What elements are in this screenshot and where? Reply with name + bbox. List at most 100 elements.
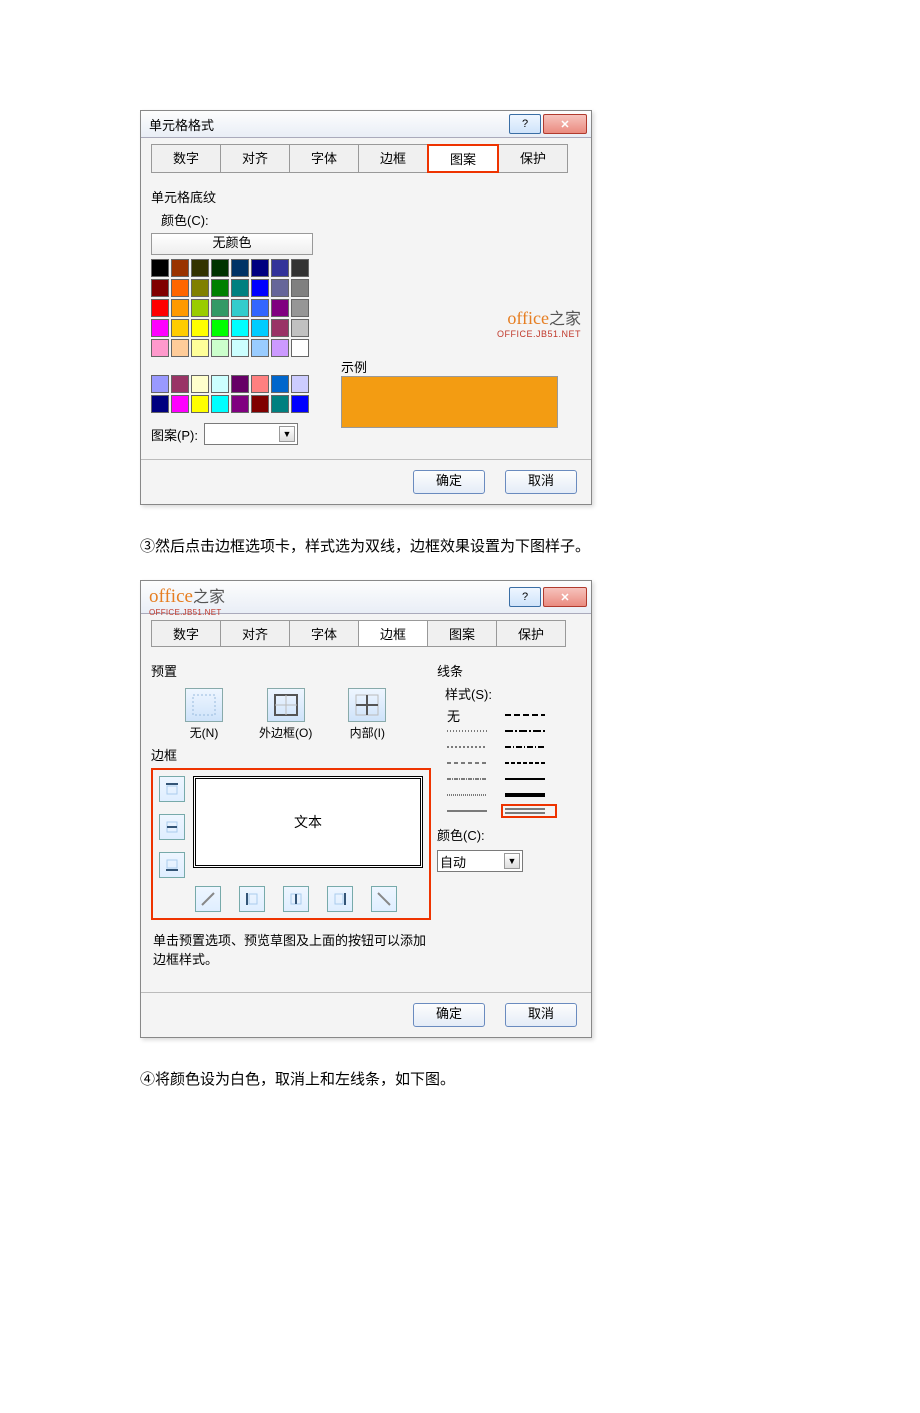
- color-swatch[interactable]: [171, 319, 189, 337]
- color-swatch[interactable]: [191, 279, 209, 297]
- tab-protection[interactable]: 保护: [498, 144, 568, 173]
- color-swatch[interactable]: [171, 299, 189, 317]
- close-button[interactable]: ✕: [543, 587, 587, 607]
- help-button[interactable]: ?: [509, 587, 541, 607]
- preset-inside[interactable]: 内部(I): [348, 688, 386, 741]
- color-swatch[interactable]: [211, 299, 229, 317]
- ok-button[interactable]: 确定: [413, 470, 485, 494]
- color-swatch[interactable]: [251, 339, 269, 357]
- color-swatch[interactable]: [211, 339, 229, 357]
- pattern-select[interactable]: ▼: [204, 423, 298, 445]
- dropdown-arrow-icon: ▼: [279, 426, 295, 442]
- instruction-step-4: ④将颜色设为白色，取消上和左线条，如下图。: [140, 1068, 780, 1089]
- border-left-button[interactable]: [239, 886, 265, 912]
- color-swatch[interactable]: [291, 279, 309, 297]
- line-style-double-selected[interactable]: [501, 804, 557, 818]
- color-swatch[interactable]: [211, 279, 229, 297]
- color-swatch[interactable]: [211, 259, 229, 277]
- color-swatch[interactable]: [151, 299, 169, 317]
- color-swatch[interactable]: [251, 279, 269, 297]
- border-middle-v-button[interactable]: [283, 886, 309, 912]
- color-swatch[interactable]: [151, 375, 169, 393]
- border-hint: 单击预置选项、预览草图及上面的按钮可以添加边框样式。: [153, 930, 429, 968]
- color-swatch[interactable]: [191, 375, 209, 393]
- color-swatch[interactable]: [291, 319, 309, 337]
- color-swatch[interactable]: [171, 279, 189, 297]
- color-swatch[interactable]: [271, 259, 289, 277]
- no-color-button[interactable]: 无颜色: [151, 233, 313, 255]
- color-palette-main[interactable]: [151, 259, 331, 357]
- tab-alignment[interactable]: 对齐: [220, 620, 290, 647]
- tab-protection[interactable]: 保护: [496, 620, 566, 647]
- border-right-button[interactable]: [327, 886, 353, 912]
- color-swatch[interactable]: [231, 259, 249, 277]
- color-swatch[interactable]: [271, 319, 289, 337]
- color-swatch[interactable]: [251, 299, 269, 317]
- color-swatch[interactable]: [271, 299, 289, 317]
- color-swatch[interactable]: [291, 375, 309, 393]
- border-top-button[interactable]: [159, 776, 185, 802]
- help-button[interactable]: ?: [509, 114, 541, 134]
- color-swatch[interactable]: [211, 375, 229, 393]
- color-swatch[interactable]: [191, 299, 209, 317]
- color-swatch[interactable]: [171, 259, 189, 277]
- tab-border[interactable]: 边框: [358, 144, 428, 173]
- preset-none[interactable]: 无(N): [185, 688, 223, 741]
- color-swatch[interactable]: [171, 375, 189, 393]
- color-swatch[interactable]: [291, 395, 309, 413]
- color-swatch[interactable]: [251, 375, 269, 393]
- color-swatch[interactable]: [291, 299, 309, 317]
- ok-button[interactable]: 确定: [413, 1003, 485, 1027]
- watermark: office之家 OFFICE.JB51.NET: [497, 305, 581, 339]
- border-preview: 文本: [193, 776, 423, 868]
- color-swatch[interactable]: [171, 395, 189, 413]
- color-swatch[interactable]: [251, 319, 269, 337]
- color-swatch[interactable]: [291, 259, 309, 277]
- color-swatch[interactable]: [271, 339, 289, 357]
- color-swatch[interactable]: [271, 279, 289, 297]
- color-swatch[interactable]: [231, 279, 249, 297]
- tab-pattern[interactable]: 图案: [427, 144, 499, 173]
- preset-outline[interactable]: 外边框(O): [259, 688, 312, 741]
- color-swatch[interactable]: [151, 319, 169, 337]
- color-swatch[interactable]: [231, 319, 249, 337]
- color-swatch[interactable]: [151, 259, 169, 277]
- color-swatch[interactable]: [151, 279, 169, 297]
- tab-font[interactable]: 字体: [289, 144, 359, 173]
- tab-number[interactable]: 数字: [151, 620, 221, 647]
- color-swatch[interactable]: [291, 339, 309, 357]
- preset-label: 预置: [151, 661, 431, 680]
- color-swatch[interactable]: [231, 299, 249, 317]
- color-swatch[interactable]: [151, 339, 169, 357]
- color-swatch[interactable]: [191, 339, 209, 357]
- color-swatch[interactable]: [191, 259, 209, 277]
- color-swatch[interactable]: [151, 395, 169, 413]
- cancel-button[interactable]: 取消: [505, 470, 577, 494]
- color-swatch[interactable]: [231, 339, 249, 357]
- tab-alignment[interactable]: 对齐: [220, 144, 290, 173]
- color-swatch[interactable]: [251, 259, 269, 277]
- tab-border[interactable]: 边框: [358, 620, 428, 647]
- color-swatch[interactable]: [231, 375, 249, 393]
- tab-font[interactable]: 字体: [289, 620, 359, 647]
- cancel-button[interactable]: 取消: [505, 1003, 577, 1027]
- tab-pattern[interactable]: 图案: [427, 620, 497, 647]
- color-swatch[interactable]: [211, 319, 229, 337]
- color-swatch[interactable]: [191, 395, 209, 413]
- color-swatch[interactable]: [231, 395, 249, 413]
- color-swatch[interactable]: [251, 395, 269, 413]
- color-palette-extra[interactable]: [151, 375, 331, 413]
- color-swatch[interactable]: [191, 319, 209, 337]
- border-diag-up-button[interactable]: [195, 886, 221, 912]
- line-style-list[interactable]: 无: [447, 707, 557, 819]
- tab-number[interactable]: 数字: [151, 144, 221, 173]
- border-bottom-button[interactable]: [159, 852, 185, 878]
- color-swatch[interactable]: [271, 375, 289, 393]
- close-button[interactable]: ✕: [543, 114, 587, 134]
- border-middle-h-button[interactable]: [159, 814, 185, 840]
- color-swatch[interactable]: [171, 339, 189, 357]
- color-swatch[interactable]: [211, 395, 229, 413]
- border-color-select[interactable]: 自动 ▼: [437, 850, 523, 872]
- color-swatch[interactable]: [271, 395, 289, 413]
- border-diag-down-button[interactable]: [371, 886, 397, 912]
